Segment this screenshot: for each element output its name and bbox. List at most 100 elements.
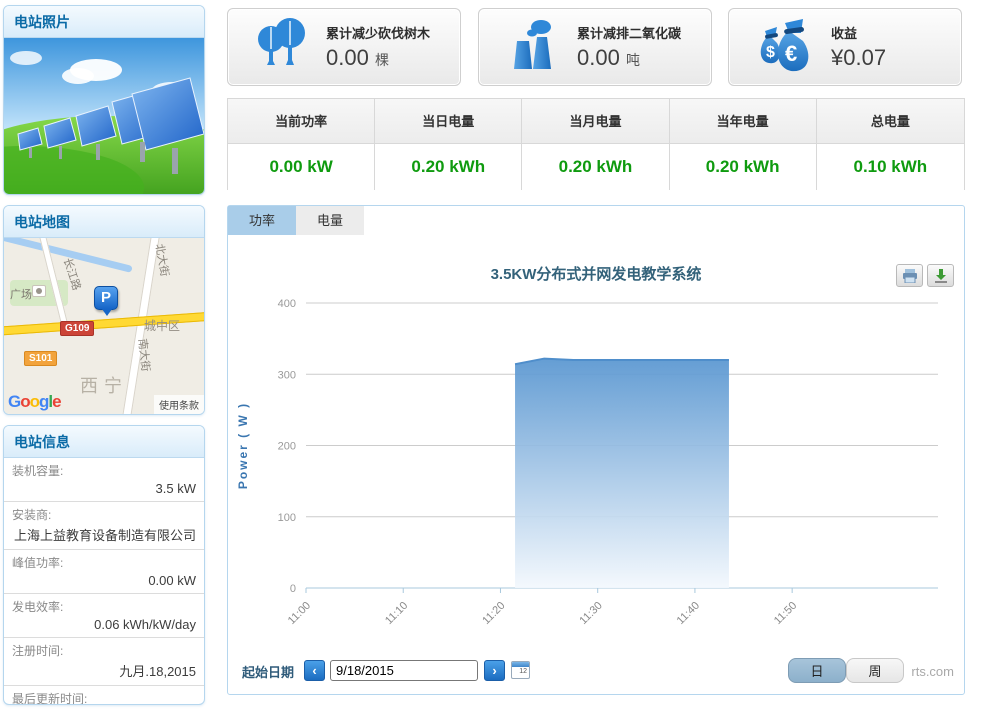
info-value: 3.5 kW [12,479,196,496]
station-photo-title: 电站照片 [4,6,204,38]
station-map-marker[interactable]: P [94,286,118,310]
info-value: 九月.18,2015 [12,659,196,680]
stat-value: 0.00 kW [228,144,374,190]
info-label: 发电效率: [12,598,196,615]
card-value: 0.00 吨 [577,45,681,71]
info-label: 安装商: [12,506,196,523]
card-value-number: ¥0.07 [831,45,886,70]
svg-text:11:30: 11:30 [577,600,604,627]
station-info-panel: 电站信息 装机容量: 3.5 kW 安装商: 上海上益教育设备制造有限公司 峰值… [3,425,205,705]
co2-towers-icon [505,17,563,78]
info-row: 装机容量: 3.5 kW [4,458,204,502]
svg-text:11:50: 11:50 [772,600,799,627]
chart-controls: 起始日期 ‹ › 12 rts.com 日 周 [228,658,964,684]
svg-text:300: 300 [278,369,296,381]
logo-letter: g [39,392,48,411]
card-unit: 吨 [626,52,640,68]
stat-daily-energy: 当日电量 0.20 kWh [375,99,522,189]
revenue-card: $ € 收益 ¥0.07 [728,8,962,86]
chevron-left-icon: ‹ [312,663,316,678]
station-photo-panel: 电站照片 [3,5,205,195]
chart-watermark: rts.com [911,664,954,679]
card-label: 收益 [831,23,886,42]
card-label: 累计减少砍伐树木 [326,23,430,42]
chevron-right-icon: › [492,663,496,678]
svg-text:Power ( W ): Power ( W ) [236,402,250,489]
dashboard: 电站照片 [0,0,1005,711]
info-label: 装机容量: [12,462,196,479]
start-date-input[interactable] [330,660,478,681]
trees-saved-card: 累计减少砍伐树木 0.00 棵 [227,8,461,86]
info-row: 安装商: 上海上益教育设备制造有限公司 [4,502,204,550]
tab-energy[interactable]: 电量 [296,206,364,235]
svg-text:11:10: 11:10 [383,600,410,627]
calendar-button[interactable]: 12 [511,661,530,679]
station-map[interactable]: 长江路 北大街 南大街 城中区 广场 西宁 G109 S101 P Google… [4,238,204,414]
money-bags-icon: $ € [755,17,817,78]
route-badge-s101: S101 [24,351,57,366]
stat-monthly-energy: 当月电量 0.20 kWh [522,99,669,189]
logo-letter: o [20,392,29,411]
prev-day-button[interactable]: ‹ [304,660,325,681]
solar-panels-illustration [4,38,204,194]
calendar-day-number: 12 [512,667,529,677]
info-value: 0.06 kWh/kW/day [12,615,196,632]
station-info-title: 电站信息 [4,426,204,458]
trees-icon [254,17,312,78]
stat-value: 0.20 kWh [522,144,668,190]
stat-yearly-energy: 当年电量 0.20 kWh [670,99,817,189]
map-district-label: 城中区 [144,317,180,334]
svg-text:11:40: 11:40 [675,600,702,627]
info-value: 上海上益教育设备制造有限公司 [12,523,196,544]
stat-header: 总电量 [817,99,964,144]
svg-text:100: 100 [278,512,296,524]
svg-text:11:00: 11:00 [286,600,313,627]
station-map-panel: 电站地图 长江路 北大街 南大街 城中区 广场 西宁 G109 S101 P G… [3,205,205,415]
svg-text:€: € [785,41,797,66]
info-row: 注册时间: 九月.18,2015 [4,638,204,686]
stat-total-energy: 总电量 0.10 kWh [817,99,964,189]
stat-value: 0.20 kWh [670,144,816,190]
stat-current-power: 当前功率 0.00 kW [228,99,375,189]
logo-letter: e [52,392,60,411]
energy-stats-table: 当前功率 0.00 kW 当日电量 0.20 kWh 当月电量 0.20 kWh… [227,98,965,190]
range-day-button[interactable]: 日 [788,658,846,683]
stat-header: 当日电量 [375,99,521,144]
info-value: 0.00 kW [12,571,196,588]
stat-header: 当月电量 [522,99,668,144]
info-row: 最后更新时间: 九月.18 11:27,GMT +8,2015 [4,686,204,705]
range-week-button[interactable]: 周 [846,658,904,683]
google-logo[interactable]: Google [8,392,61,412]
svg-text:11:20: 11:20 [480,600,507,627]
station-photo [4,38,204,194]
logo-letter: o [30,392,39,411]
start-date-label: 起始日期 [242,662,294,681]
next-day-button[interactable]: › [484,660,505,681]
tab-power[interactable]: 功率 [228,206,296,235]
chart-panel: 功率 电量 3.5KW分布式并网发电教学系统 010020030040011:0… [227,205,965,695]
card-value: ¥0.07 [831,45,886,71]
stat-header: 当年电量 [670,99,816,144]
card-unit: 棵 [375,52,389,68]
svg-text:0: 0 [290,583,296,595]
info-label: 峰值功率: [12,554,196,571]
map-street-label: 南大街 [135,338,154,372]
stat-header: 当前功率 [228,99,374,144]
map-terms-link[interactable]: 使用条款 [154,395,204,414]
stat-value: 0.10 kWh [817,144,964,190]
map-city-label: 西宁 [80,372,128,398]
power-area-chart: 010020030040011:0011:1011:2011:3011:4011… [231,259,961,641]
chart-tabs: 功率 电量 [228,206,364,235]
map-street-label: 北大街 [152,242,173,277]
card-label: 累计减排二氧化碳 [577,23,681,42]
station-map-title: 电站地图 [4,206,204,238]
logo-letter: G [8,392,20,411]
info-label: 最后更新时间: [12,690,196,705]
svg-text:$: $ [766,44,775,61]
info-label: 注册时间: [12,642,196,659]
map-place-label: 广场 [10,286,32,302]
route-badge-g109: G109 [60,321,94,336]
svg-text:400: 400 [278,298,296,310]
card-value-number: 0.00 [577,45,620,70]
camera-icon [32,285,46,297]
